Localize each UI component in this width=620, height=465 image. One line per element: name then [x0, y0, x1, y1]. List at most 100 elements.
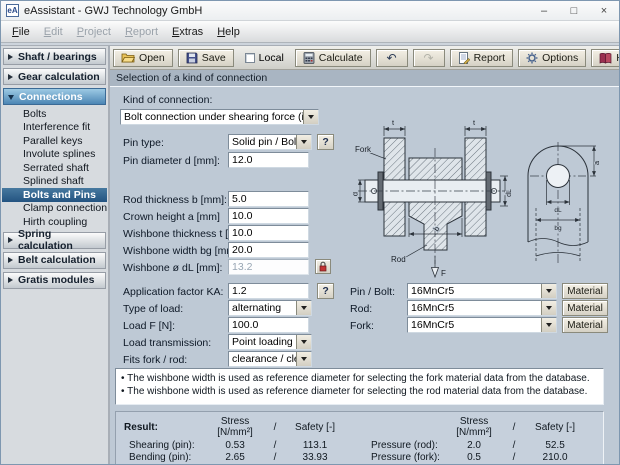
pin-type-select[interactable]: Solid pin / Bolt: [228, 134, 312, 150]
menu-report: Report: [118, 23, 165, 41]
menu-edit: Edit: [37, 23, 70, 41]
rod-material-label: Rod:: [350, 303, 372, 315]
options-button[interactable]: Options: [518, 49, 586, 67]
crown-height-input[interactable]: [228, 208, 309, 224]
result-stress-value: 0.53: [206, 440, 264, 451]
sidebar-item-bolts-and-pins[interactable]: Bolts and Pins: [2, 188, 107, 202]
menu-help[interactable]: Help: [210, 23, 247, 41]
diagram-fork-label: Fork: [355, 145, 372, 154]
sidebar-section-gratis-modules[interactable]: Gratis modules: [3, 272, 106, 289]
sidebar-item-parallel-keys[interactable]: Parallel keys: [2, 134, 107, 148]
rod-material-button[interactable]: Material: [562, 300, 608, 316]
sidebar-section-belt-calculation[interactable]: Belt calculation: [3, 252, 106, 269]
wishbone-diameter-lock-button[interactable]: [315, 259, 331, 274]
local-checkbox-label: Local: [259, 52, 284, 64]
sidebar-item-bolts[interactable]: Bolts: [2, 107, 107, 121]
redo-button: ↷: [413, 49, 445, 67]
result-table-right: Stress [N/mm²] / Safety [-] Pressure (ro…: [371, 416, 585, 465]
sidebar-item-splined-shaft[interactable]: Splined shaft: [2, 175, 107, 189]
result-row-label: Bending (pin):: [124, 452, 206, 463]
result-stress-value: 0.5: [445, 452, 503, 463]
diagram-bg-label: bg: [554, 225, 562, 232]
sidebar-section-connections[interactable]: Connections: [3, 88, 106, 105]
close-button[interactable]: ×: [589, 1, 619, 20]
undo-button[interactable]: ↶: [376, 49, 408, 67]
crown-height-label: Crown height a [mm]: [123, 211, 220, 223]
menu-file[interactable]: File: [5, 23, 37, 41]
pin-diameter-label: Pin diameter d [mm]:: [123, 155, 220, 167]
pin-bolt-material-button[interactable]: Material: [562, 283, 608, 299]
fork-material-select[interactable]: 16MnCr5: [407, 317, 557, 333]
dropdown-arrow-icon[interactable]: [296, 352, 311, 366]
collapsed-arrow-icon: [8, 257, 13, 263]
window-title: eAssistant - GWJ Technology GmbH: [24, 5, 529, 17]
rod-material-select[interactable]: 16MnCr5: [407, 300, 557, 316]
dropdown-arrow-icon[interactable]: [296, 301, 311, 315]
diagram-d-label: d: [353, 192, 360, 196]
dropdown-arrow-icon[interactable]: [541, 284, 556, 298]
rod-thickness-input[interactable]: [228, 191, 309, 207]
expanded-arrow-icon: [8, 95, 14, 100]
menu-extras[interactable]: Extras: [165, 23, 210, 41]
fits-fork-rod-label: Fits fork / rod:: [123, 354, 187, 366]
kind-of-connection-label: Kind of connection:: [123, 94, 212, 106]
open-button[interactable]: Open: [113, 49, 173, 67]
safety-header: Safety [-]: [286, 422, 344, 433]
maximize-icon: □: [571, 5, 578, 17]
load-input[interactable]: [228, 317, 309, 333]
sidebar-section-gear-calculation[interactable]: Gear calculation: [3, 68, 106, 85]
maximize-button[interactable]: □: [559, 1, 589, 20]
wishbone-width-input[interactable]: [228, 242, 309, 258]
fits-fork-rod-select[interactable]: clearance / cleara...: [228, 351, 312, 367]
toolbar: Open Save Local Calculate ↶ ↷: [110, 46, 620, 70]
help-button[interactable]: Help: [591, 49, 620, 67]
undo-icon: ↶: [387, 53, 397, 63]
sidebar-section-spring-calculation[interactable]: Spring calculation: [3, 232, 106, 249]
close-icon: ×: [601, 5, 607, 17]
technical-drawing: Fork Rod t t d dL b F a dL bg: [353, 112, 605, 280]
result-safety-value: 210.0: [525, 452, 585, 463]
pin-type-help-button[interactable]: ?: [317, 134, 334, 150]
wishbone-thickness-input[interactable]: [228, 225, 309, 241]
dropdown-arrow-icon[interactable]: [303, 110, 318, 124]
type-of-load-select[interactable]: alternating: [228, 300, 312, 316]
application-factor-input[interactable]: [228, 283, 309, 299]
rod-thickness-label: Rod thickness b [mm]:: [123, 194, 227, 206]
sidebar-item-hirth-coupling[interactable]: Hirth coupling: [2, 215, 107, 229]
note-line: • The wishbone width is used as referenc…: [121, 385, 598, 398]
local-checkbox[interactable]: [245, 53, 255, 63]
pin-diameter-input[interactable]: [228, 152, 309, 168]
app-icon: eA: [6, 4, 19, 17]
open-folder-icon: [121, 52, 135, 63]
sidebar-item-clamp-connection[interactable]: Clamp connection: [2, 202, 107, 216]
main-panel: Open Save Local Calculate ↶ ↷: [109, 45, 620, 465]
collapsed-arrow-icon: [8, 54, 13, 60]
sidebar-item-interference-fit[interactable]: Interference fit: [2, 121, 107, 135]
dropdown-arrow-icon[interactable]: [541, 301, 556, 315]
calculate-button[interactable]: Calculate: [295, 49, 371, 67]
sidebar-section-shaft-bearings[interactable]: Shaft / bearings: [3, 48, 106, 65]
diagram-dl-label: dL: [506, 189, 513, 197]
collapsed-arrow-icon: [8, 74, 13, 80]
type-of-load-label: Type of load:: [123, 303, 183, 315]
dropdown-arrow-icon[interactable]: [296, 135, 311, 149]
report-button[interactable]: Report: [450, 49, 514, 67]
result-safety-value: 33.93: [286, 452, 344, 463]
application-factor-label: Application factor KA:: [123, 286, 223, 298]
wishbone-diameter-input: [228, 259, 309, 275]
minimize-button[interactable]: –: [529, 1, 559, 20]
title-bar: eA eAssistant - GWJ Technology GmbH – □ …: [1, 1, 619, 21]
result-stress-value: 2.0: [445, 440, 503, 451]
application-factor-help-button[interactable]: ?: [317, 283, 334, 299]
pin-bolt-material-select[interactable]: 16MnCr5: [407, 283, 557, 299]
kind-of-connection-select[interactable]: Bolt connection under shearing force (in…: [120, 109, 319, 125]
save-button[interactable]: Save: [178, 49, 234, 67]
menu-bar: File Edit Project Report Extras Help: [1, 21, 619, 43]
load-transmission-select[interactable]: Point loading: [228, 334, 312, 350]
dropdown-arrow-icon[interactable]: [296, 335, 311, 349]
sidebar-item-serrated-shaft[interactable]: Serrated shaft: [2, 161, 107, 175]
sidebar-item-involute-splines[interactable]: Involute splines: [2, 148, 107, 162]
fork-material-button[interactable]: Material: [562, 317, 608, 333]
dropdown-arrow-icon[interactable]: [541, 318, 556, 332]
diagram-rod-label: Rod: [391, 255, 406, 264]
